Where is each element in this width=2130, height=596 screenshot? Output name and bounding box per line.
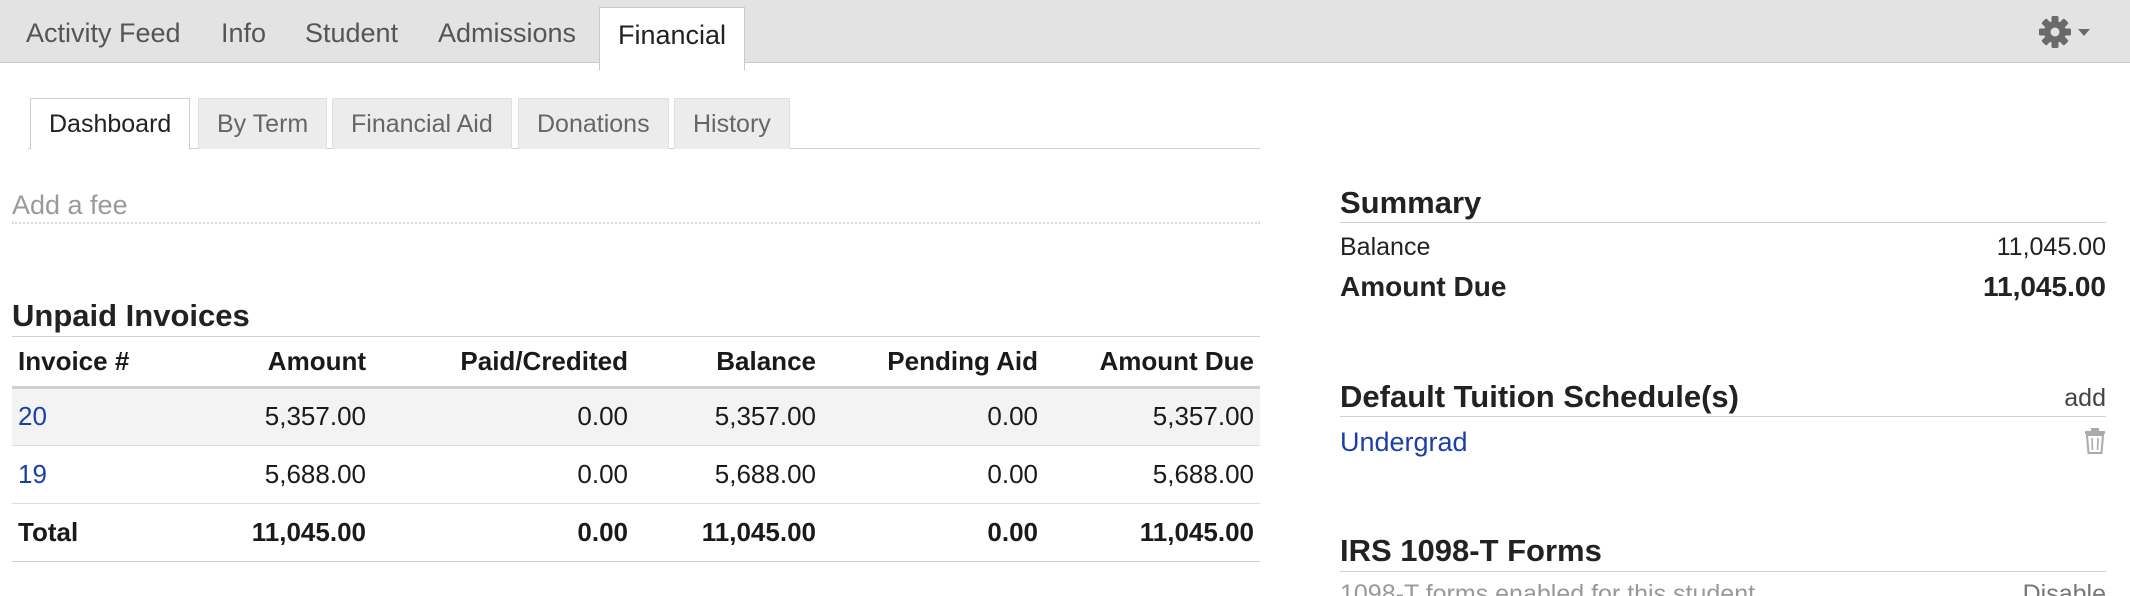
unpaid-invoices-title: Unpaid Invoices: [12, 298, 250, 333]
table-row: 20 5,357.00 0.00 5,357.00 0.00 5,357.00: [12, 387, 1260, 446]
col-paid-credited: Paid/Credited: [372, 337, 634, 389]
invoice-link[interactable]: 19: [18, 459, 47, 489]
total-label: Total: [12, 503, 142, 562]
cell-amount-due: 5,688.00: [1044, 445, 1260, 504]
table-header-row: Invoice # Amount Paid/Credited Balance P…: [12, 337, 1260, 389]
unpaid-invoices-table: Invoice # Amount Paid/Credited Balance P…: [12, 337, 1260, 562]
add-fee-input[interactable]: [12, 188, 1260, 224]
col-amount: Amount: [142, 337, 372, 389]
tab-dashboard[interactable]: Dashboard: [30, 98, 191, 150]
gear-icon: [2039, 16, 2090, 48]
tab-donations[interactable]: Donations: [518, 98, 669, 149]
tab-history[interactable]: History: [674, 98, 790, 149]
add-tuition-schedule-link[interactable]: add: [2064, 384, 2106, 413]
summary-title: Summary: [1340, 185, 1482, 220]
delete-schedule-button[interactable]: [2084, 428, 2106, 454]
nav-activity-feed[interactable]: Activity Feed: [26, 0, 181, 63]
cell-paid-credited: 0.00: [372, 387, 634, 446]
cell-pending-aid: 0.00: [822, 387, 1044, 446]
tab-financial-aid[interactable]: Financial Aid: [332, 98, 512, 149]
amount-due-label: Amount Due: [1340, 271, 1507, 302]
nav-info[interactable]: Info: [221, 0, 266, 63]
total-amount-due: 11,045.00: [1044, 503, 1260, 562]
table-total-row: Total 11,045.00 0.00 11,045.00 0.00 11,0…: [12, 503, 1260, 562]
irs-status-text: 1098-T forms enabled for this student: [1340, 580, 1756, 596]
nav-admissions[interactable]: Admissions: [438, 0, 576, 63]
total-amount: 11,045.00: [142, 503, 372, 562]
nav-financial[interactable]: Financial: [599, 7, 746, 71]
table-row: 19 5,688.00 0.00 5,688.00 0.00 5,688.00: [12, 445, 1260, 504]
col-invoice-number: Invoice #: [12, 337, 142, 389]
invoice-link[interactable]: 20: [18, 401, 47, 431]
cell-balance: 5,688.00: [634, 445, 822, 504]
cell-amount: 5,357.00: [142, 387, 372, 446]
cell-pending-aid: 0.00: [822, 445, 1044, 504]
total-paid-credited: 0.00: [372, 503, 634, 562]
irs-disable-link[interactable]: Disable: [2023, 580, 2106, 596]
nav-student[interactable]: Student: [305, 0, 398, 63]
caret-down-icon: [2078, 29, 2090, 36]
tab-by-term[interactable]: By Term: [198, 98, 328, 149]
cell-amount: 5,688.00: [142, 445, 372, 504]
irs-forms-title: IRS 1098-T Forms: [1340, 533, 1602, 568]
cell-balance: 5,357.00: [634, 387, 822, 446]
tuition-rule: [1340, 416, 2106, 417]
cell-amount-due: 5,357.00: [1044, 387, 1260, 446]
cell-paid-credited: 0.00: [372, 445, 634, 504]
total-pending-aid: 0.00: [822, 503, 1044, 562]
settings-menu-button[interactable]: [2038, 14, 2094, 50]
tuition-schedule-link[interactable]: Undergrad: [1340, 427, 1468, 458]
total-balance: 11,045.00: [634, 503, 822, 562]
balance-label: Balance: [1340, 233, 1431, 261]
irs-rule: [1340, 571, 2106, 572]
summary-rule: [1340, 222, 2106, 223]
tuition-schedule-title: Default Tuition Schedule(s): [1340, 379, 1739, 414]
amount-due-value: 11,045.00: [1982, 271, 2106, 302]
col-balance: Balance: [634, 337, 822, 389]
top-nav: Activity Feed Info Student Admissions Fi…: [0, 0, 2130, 71]
balance-value: 11,045.00: [1996, 233, 2106, 261]
col-amount-due: Amount Due: [1044, 337, 1260, 389]
col-pending-aid: Pending Aid: [822, 337, 1044, 389]
trash-icon: [2085, 428, 2105, 454]
